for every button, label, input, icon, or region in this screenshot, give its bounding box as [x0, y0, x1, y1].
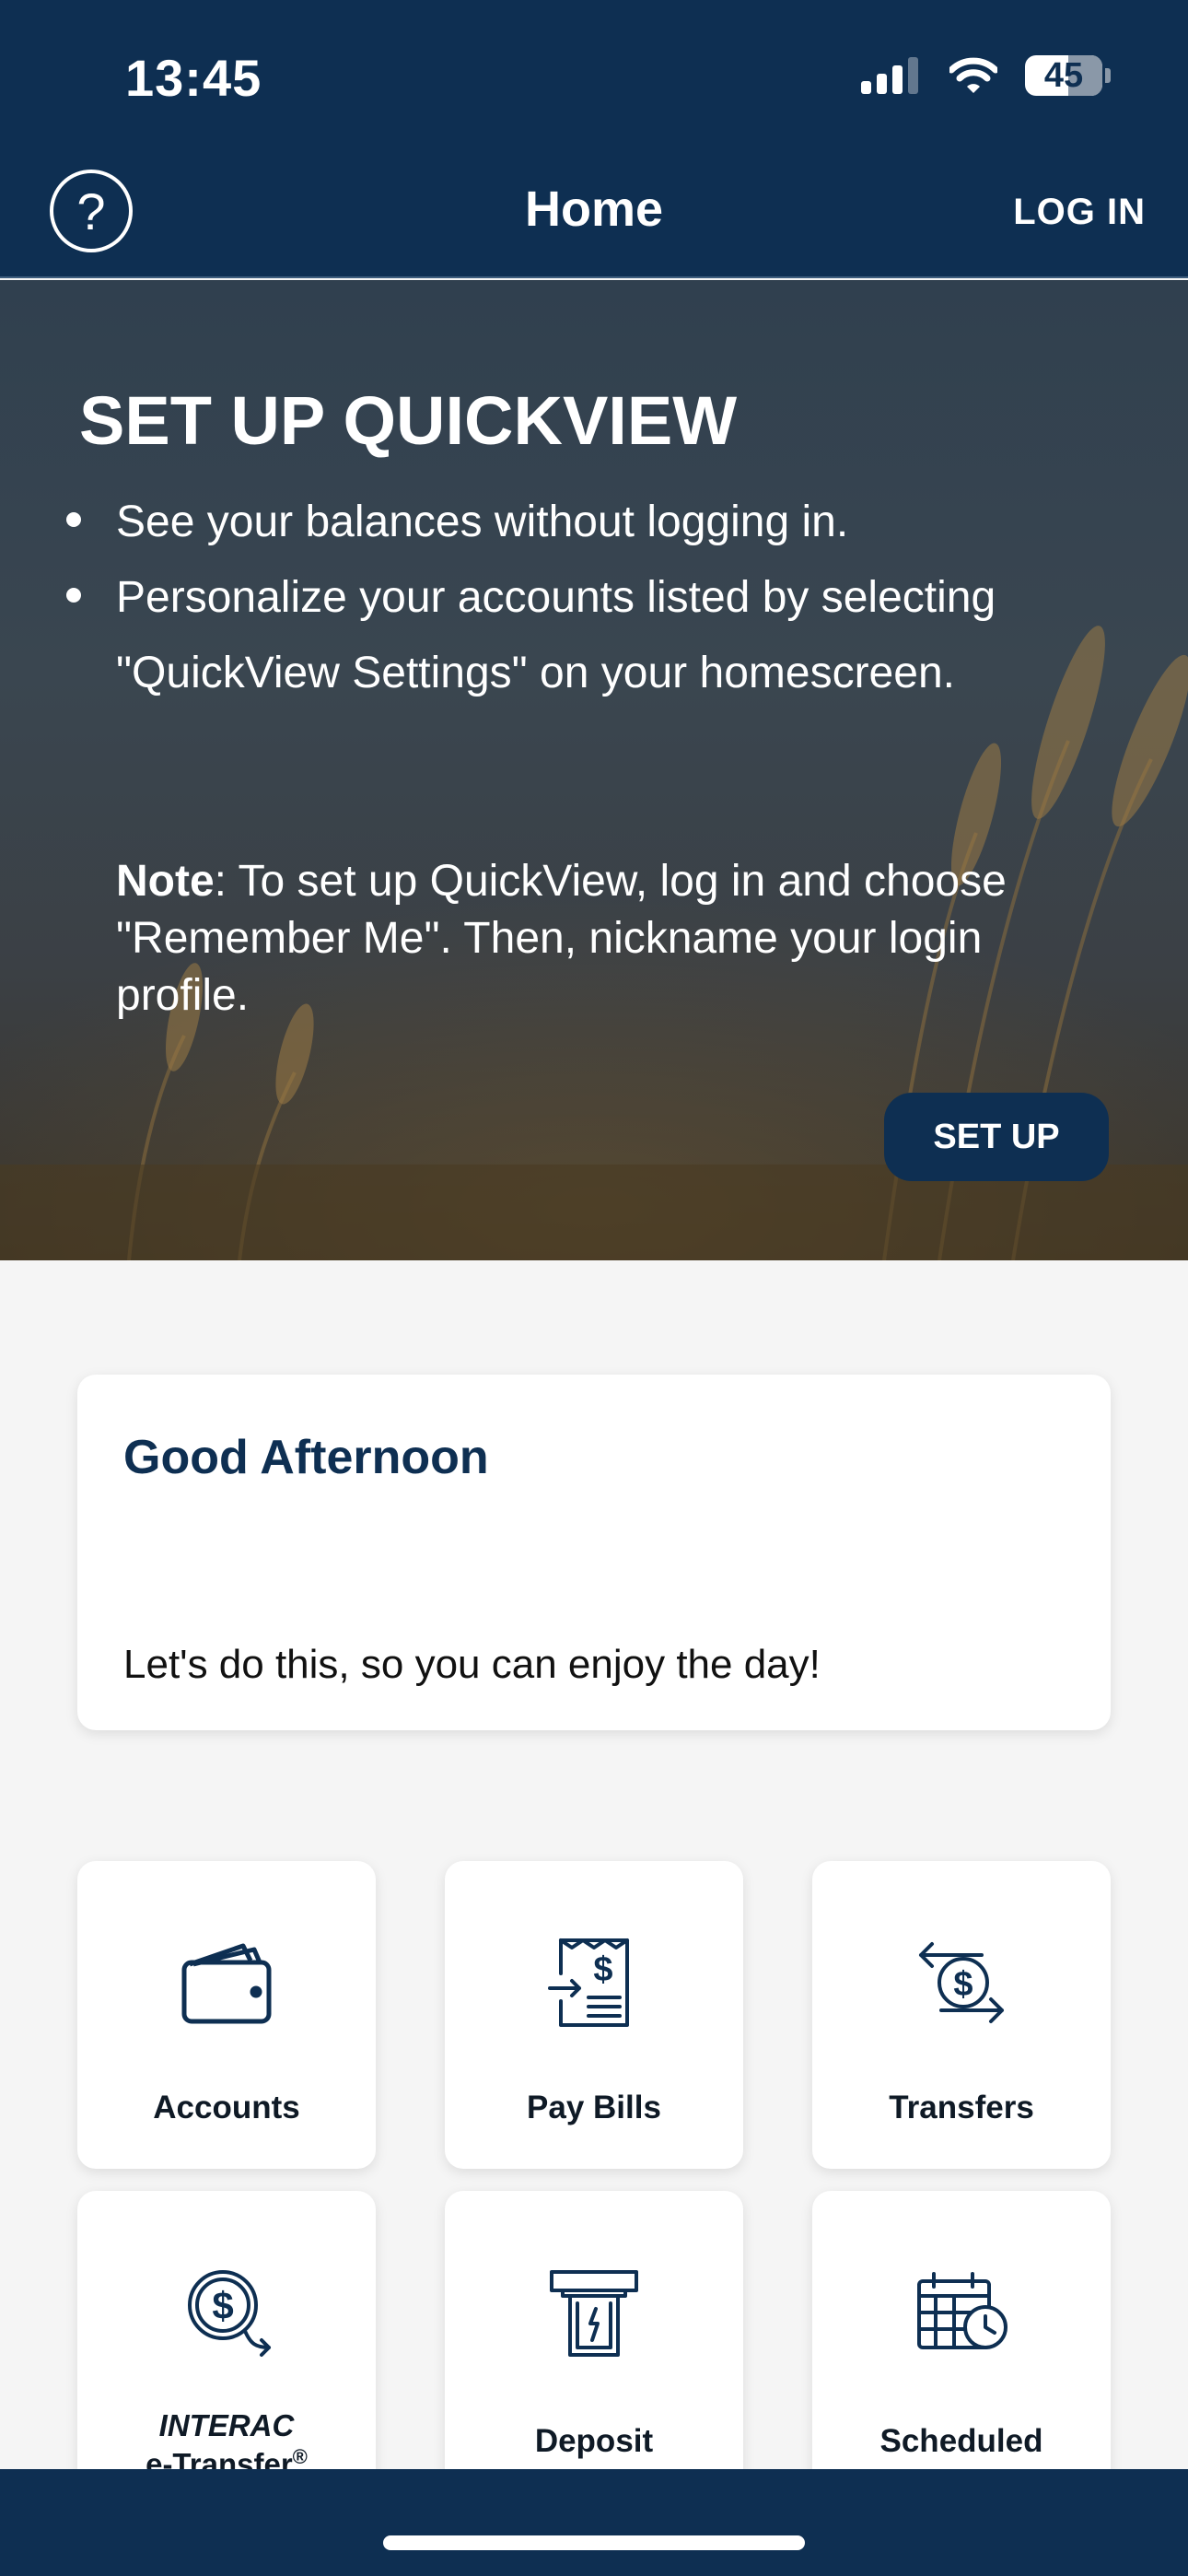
transfer-arrows-icon: $	[919, 1942, 1004, 2023]
status-icons: 45	[861, 55, 1111, 96]
signal-icon	[861, 57, 918, 94]
e-transfer-icon: $	[188, 2270, 271, 2357]
battery-level: 45	[1043, 55, 1084, 95]
svg-text:$: $	[212, 2284, 233, 2327]
tile-transfers[interactable]: $ Transfers	[812, 1861, 1111, 2169]
svg-text:$: $	[593, 1950, 612, 1989]
banner-title: SET UP QUICKVIEW	[79, 382, 738, 459]
tile-label: Transfers	[889, 2090, 1034, 2125]
tile-pay-bills[interactable]: $ Pay Bills	[445, 1861, 743, 2169]
bill-receipt-icon: $	[548, 1938, 629, 2027]
banner-bullet: See your balances without logging in.	[66, 485, 1098, 560]
setup-button[interactable]: SET UP	[884, 1093, 1109, 1181]
tile-interac-etransfer[interactable]: $ INTERAC e-Transfer®	[77, 2191, 376, 2499]
tile-label: Deposit	[534, 2423, 654, 2459]
battery-icon: 45	[1025, 55, 1102, 96]
wifi-icon	[949, 57, 997, 93]
svg-text:$: $	[953, 1965, 973, 2004]
greeting-title: Good Afternoon	[123, 1431, 489, 1484]
note-label: Note	[116, 857, 215, 906]
tile-label: Pay Bills	[527, 2090, 661, 2125]
quickview-banner: SET UP QUICKVIEW See your balances witho…	[0, 280, 1188, 1260]
wallet-icon	[181, 1943, 272, 2024]
banner-bullet: Personalize your accounts listed by sele…	[66, 560, 1098, 711]
calendar-clock-icon	[917, 2272, 1007, 2349]
bottom-bar	[0, 2469, 1188, 2576]
banner-bullets: See your balances without logging in. Pe…	[66, 485, 1098, 711]
tile-scheduled[interactable]: Scheduled	[812, 2191, 1111, 2499]
tile-deposit[interactable]: Deposit	[445, 2191, 743, 2499]
deposit-atm-icon	[550, 2270, 638, 2357]
tile-label: Scheduled	[879, 2423, 1043, 2459]
home-indicator[interactable]	[383, 2535, 805, 2550]
login-button[interactable]: LOG IN	[1013, 192, 1146, 233]
note-text: : To set up QuickView, log in and choose…	[116, 857, 1007, 1020]
top-bar: 13:45 45 ? Home LOG IN	[0, 0, 1188, 278]
tile-accounts[interactable]: Accounts	[77, 1861, 376, 2169]
registered-mark: ®	[292, 2445, 308, 2468]
page-title: Home	[524, 181, 664, 237]
tile-label: Accounts	[153, 2090, 300, 2125]
greeting-subtitle: Let's do this, so you can enjoy the day!	[123, 1642, 821, 1687]
interac-label: INTERAC	[158, 2408, 295, 2442]
banner-note: Note: To set up QuickView, log in and ch…	[116, 853, 1092, 1025]
greeting-card: Good Afternoon Let's do this, so you can…	[77, 1375, 1111, 1730]
status-time: 13:45	[125, 49, 262, 107]
